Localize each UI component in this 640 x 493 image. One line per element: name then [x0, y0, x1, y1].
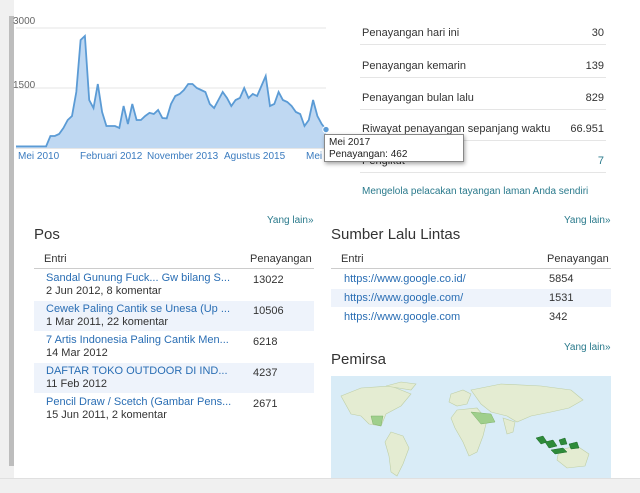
post-title-link[interactable]: Cewek Paling Cantik se Unesa (Up ... — [46, 303, 230, 315]
stat-value: 66.951 — [570, 123, 604, 135]
stat-label: Penayangan bulan lalu — [362, 92, 474, 104]
post-row: Sandal Gunung Fuck... Gw bilang S... 2 J… — [34, 270, 314, 300]
post-meta: 2 Jun 2012, 8 komentar — [46, 285, 162, 297]
post-row: Pencil Draw / Scetch (Gambar Pens... 15 … — [34, 394, 314, 424]
post-title-link[interactable]: 7 Artis Indonesia Paling Cantik Men... — [46, 334, 229, 346]
y-tick-label-3000: 3000 — [13, 16, 36, 27]
audience-world-map — [331, 376, 611, 478]
post-meta: 15 Jun 2011, 2 komentar — [46, 409, 167, 421]
stat-value: 30 — [591, 27, 604, 39]
post-views: 4237 — [253, 367, 278, 379]
traffic-url-link[interactable]: https://www.google.com — [344, 311, 460, 323]
post-title-link[interactable]: Pencil Draw / Scetch (Gambar Pens... — [46, 396, 231, 408]
stat-label: Penayangan hari ini — [362, 27, 460, 39]
traffic-views: 342 — [549, 311, 568, 323]
x-tick-label-februari-2012: Februari 2012 — [80, 151, 143, 162]
post-views: 6218 — [253, 336, 278, 348]
posts-col-entry: Entri — [44, 253, 67, 265]
tooltip-title: Mei 2017 — [329, 137, 371, 148]
audience-title: Pemirsa — [331, 351, 387, 368]
views-chart-svg — [16, 27, 330, 149]
post-meta: 1 Mar 2011, 22 komentar — [46, 316, 169, 328]
posts-title: Pos — [34, 226, 60, 243]
traffic-url-link[interactable]: https://www.google.com/ — [344, 292, 463, 304]
stat-value: 7 — [597, 155, 604, 167]
x-tick-label-november-2013: November 2013 — [147, 151, 219, 162]
post-row: 7 Artis Indonesia Paling Cantik Men... 1… — [34, 332, 314, 362]
post-row: DAFTAR TOKO OUTDOOR DI IND... 11 Feb 201… — [34, 363, 314, 393]
traffic-table-header: Entri Penayangan — [331, 252, 611, 269]
world-map-svg — [340, 381, 590, 477]
traffic-row: https://www.google.com/ 1531 — [331, 289, 611, 307]
posts-col-views: Penayangan — [250, 253, 312, 265]
post-views: 10506 — [253, 305, 284, 317]
traffic-row: https://www.google.co.id/ 5854 — [331, 270, 611, 288]
post-meta: 14 Mar 2012 — [46, 347, 108, 359]
traffic-views: 1531 — [549, 292, 574, 304]
posts-table-header: Entri Penayangan — [34, 252, 314, 269]
stat-row-today: Penayangan hari ini 30 — [360, 22, 606, 45]
post-title-link[interactable]: Sandal Gunung Fuck... Gw bilang S... — [46, 272, 230, 284]
y-tick-label-1500: 1500 — [13, 80, 36, 91]
traffic-col-entry: Entri — [341, 253, 364, 265]
traffic-title: Sumber Lalu Lintas — [331, 226, 461, 243]
x-tick-label-agustus-2015: Agustus 2015 — [224, 151, 286, 162]
stat-value: 139 — [585, 60, 604, 72]
post-views: 2671 — [253, 398, 278, 410]
manage-tracking-link[interactable]: Mengelola pelacakan tayangan laman Anda … — [362, 186, 588, 197]
traffic-views: 5854 — [549, 273, 574, 285]
horizontal-scrollbar[interactable] — [0, 478, 640, 493]
traffic-col-views: Penayangan — [547, 253, 609, 265]
views-chart — [12, 14, 332, 164]
post-title-link[interactable]: DAFTAR TOKO OUTDOOR DI IND... — [46, 365, 228, 377]
traffic-url-link[interactable]: https://www.google.co.id/ — [344, 273, 466, 285]
stat-value: 829 — [585, 92, 604, 104]
audience-more-link[interactable]: Yang lain» — [564, 342, 611, 353]
post-row: Cewek Paling Cantik se Unesa (Up ... 1 M… — [34, 301, 314, 331]
traffic-more-link[interactable]: Yang lain» — [564, 215, 611, 226]
stat-label: Penayangan kemarin — [362, 60, 466, 72]
stat-row-yesterday: Penayangan kemarin 139 — [360, 55, 606, 78]
x-tick-label-mei-2010: Mei 2010 — [18, 151, 60, 162]
tooltip-value: Penayangan: 462 — [329, 149, 408, 160]
post-views: 13022 — [253, 274, 284, 286]
posts-more-link[interactable]: Yang lain» — [267, 215, 314, 226]
stat-row-last-month: Penayangan bulan lalu 829 — [360, 87, 606, 110]
post-meta: 11 Feb 2012 — [46, 378, 107, 390]
traffic-row: https://www.google.com 342 — [331, 308, 611, 326]
chart-tooltip: Mei 2017 Penayangan: 462 — [324, 134, 464, 162]
highlight-point — [322, 125, 330, 134]
